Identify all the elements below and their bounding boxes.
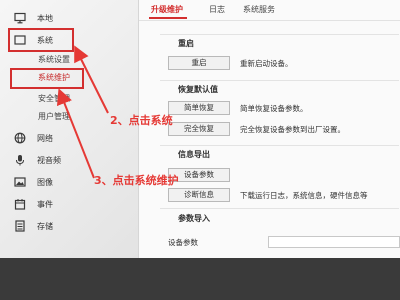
arrow-step2 [74,45,109,114]
annotation-arrows [56,45,109,179]
annotation-step2: 2、点击系统 [110,114,173,127]
arrow-step3 [56,88,95,179]
annotation-step3: 3、点击系统维护 [94,174,179,187]
